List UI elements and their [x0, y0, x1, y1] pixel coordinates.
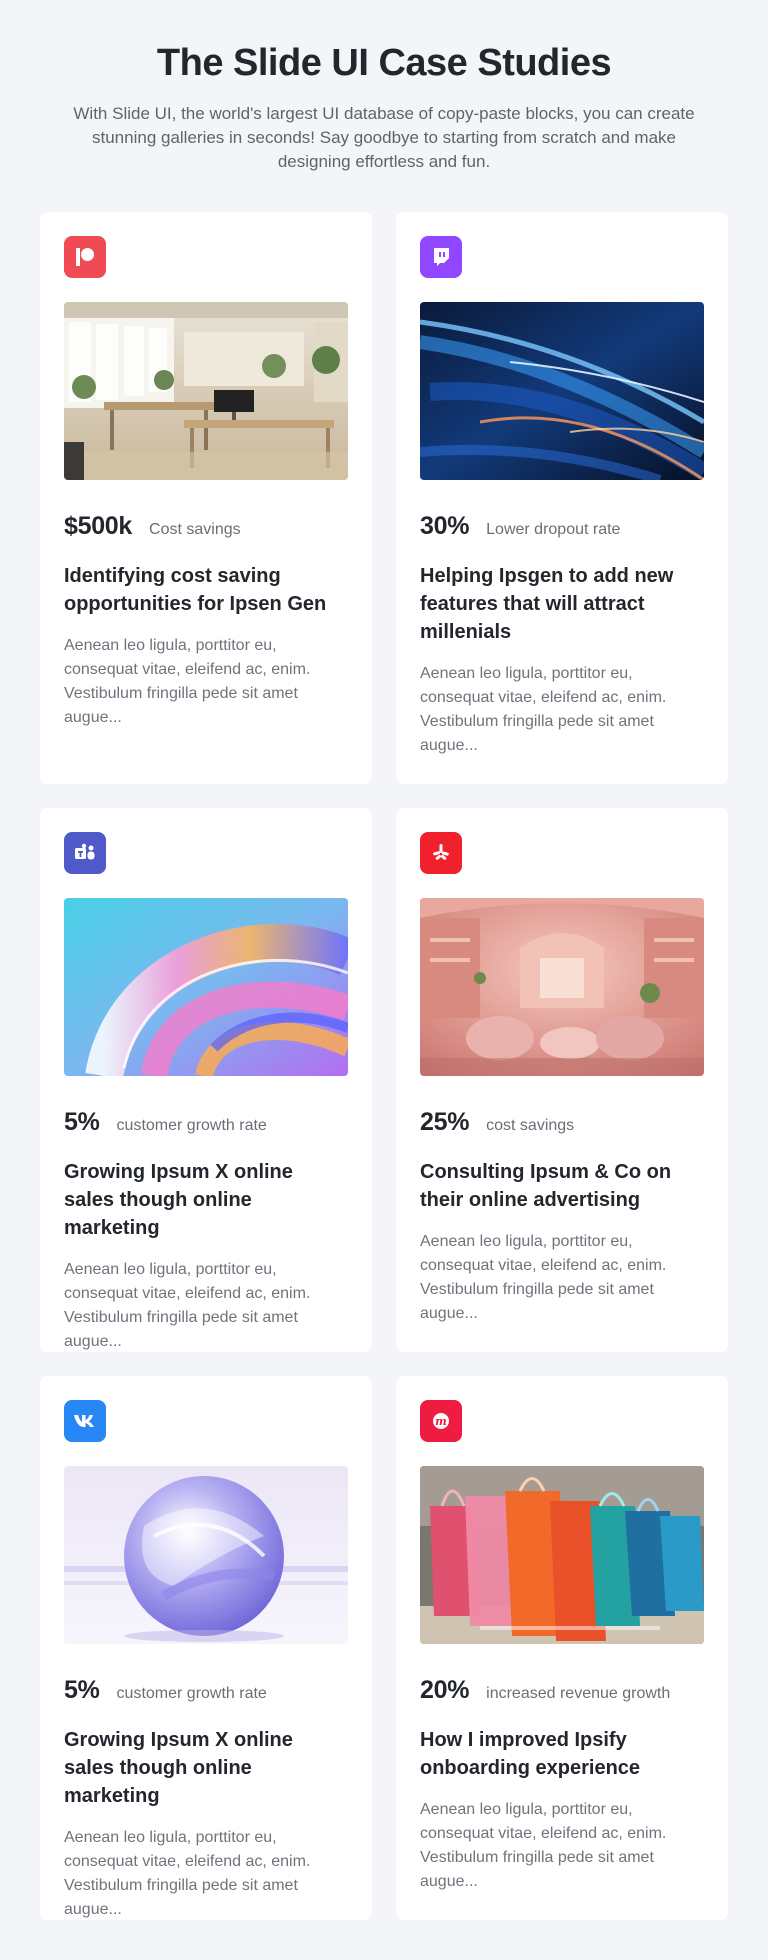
svg-text:m: m — [435, 1415, 447, 1428]
meetup-icon: m — [420, 1400, 462, 1442]
card-description: Aenean leo ligula, porttitor eu, consequ… — [420, 665, 667, 754]
case-study-grid: $500k Cost savings Identifying cost savi… — [40, 212, 728, 1920]
stat: $500k Cost savings — [64, 512, 348, 542]
case-study-card[interactable]: m 20% increased revenue growth How I imp… — [396, 1376, 728, 1920]
card-description: Aenean leo ligula, porttitor eu, consequ… — [420, 1801, 667, 1890]
card-description: Aenean leo ligula, porttitor eu, consequ… — [64, 1829, 311, 1918]
shopping-bags-image — [420, 1466, 704, 1644]
card-title[interactable]: Helping Ipsgen to add new features that … — [420, 562, 704, 646]
stat: 25% cost savings — [420, 1108, 704, 1138]
stat: 20% increased revenue growth — [420, 1676, 704, 1706]
case-studies-page: The Slide UI Case Studies With Slide UI,… — [0, 0, 768, 1960]
case-study-card[interactable]: 30% Lower dropout rate Helping Ipsgen to… — [396, 212, 728, 784]
card-title[interactable]: Identifying cost saving opportunities fo… — [64, 562, 348, 618]
stat: 5% customer growth rate — [64, 1108, 348, 1138]
case-study-card[interactable]: 25% cost savings Consulting Ipsum & Co o… — [396, 808, 728, 1352]
stat-label: customer growth rate — [116, 1117, 267, 1134]
stat-label: cost savings — [486, 1117, 575, 1134]
iridescent-swirl-image — [64, 898, 348, 1076]
pink-interior-image — [420, 898, 704, 1076]
case-study-card[interactable]: 5% customer growth rate Growing Ipsum X … — [40, 808, 372, 1352]
patreon-icon — [64, 236, 106, 278]
page-title: The Slide UI Case Studies — [156, 42, 612, 84]
page-subtitle: With Slide UI, the world's largest UI da… — [73, 104, 695, 171]
office-interior-image — [64, 302, 348, 480]
case-study-card[interactable]: $500k Cost savings Identifying cost savi… — [40, 212, 372, 784]
vk-icon — [64, 1400, 106, 1442]
teams-icon — [64, 832, 106, 874]
case-study-card[interactable]: 5% customer growth rate Growing Ipsum X … — [40, 1376, 372, 1920]
card-title[interactable]: Consulting Ipsum & Co on their online ad… — [420, 1158, 704, 1214]
card-title[interactable]: Growing Ipsum X online sales though onli… — [64, 1726, 348, 1810]
card-description: Aenean leo ligula, porttitor eu, consequ… — [420, 1233, 667, 1322]
stat-label: Lower dropout rate — [486, 521, 621, 538]
abstract-blue-streaks-image — [420, 302, 704, 480]
stat-label: increased revenue growth — [486, 1685, 671, 1702]
stat-value: 5% — [64, 1108, 100, 1136]
stat-value: 30% — [420, 512, 470, 540]
card-title[interactable]: How I improved Ipsify onboarding experie… — [420, 1726, 704, 1782]
stat-value: $500k — [64, 512, 133, 540]
stat: 30% Lower dropout rate — [420, 512, 704, 542]
stat-value: 25% — [420, 1108, 470, 1136]
card-description: Aenean leo ligula, porttitor eu, consequ… — [64, 1261, 311, 1350]
yelp-icon — [420, 832, 462, 874]
stat-label: customer growth rate — [116, 1685, 267, 1702]
stat-value: 5% — [64, 1676, 100, 1704]
stat: 5% customer growth rate — [64, 1676, 348, 1706]
stat-value: 20% — [420, 1676, 470, 1704]
glass-sphere-image — [64, 1466, 348, 1644]
card-title[interactable]: Growing Ipsum X online sales though onli… — [64, 1158, 348, 1242]
twitch-icon — [420, 236, 462, 278]
stat-label: Cost savings — [149, 521, 241, 538]
hero-section: The Slide UI Case Studies With Slide UI,… — [0, 0, 768, 174]
card-description: Aenean leo ligula, porttitor eu, consequ… — [64, 637, 311, 726]
